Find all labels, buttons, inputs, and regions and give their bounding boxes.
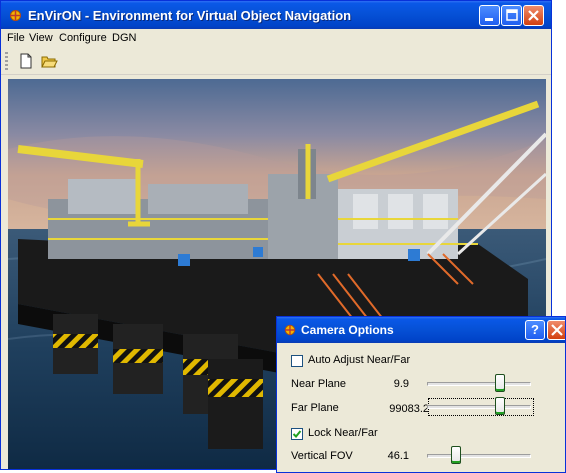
auto-adjust-checkbox[interactable] — [291, 355, 303, 367]
app-icon — [8, 8, 23, 23]
new-document-icon[interactable] — [16, 51, 36, 71]
near-plane-slider-thumb[interactable] — [494, 374, 505, 392]
vertical-fov-slider-thumb[interactable] — [451, 446, 462, 464]
camera-options-dialog: Camera Options ? Auto Adjust Near/Far Ne… — [276, 316, 566, 473]
menu-dgn[interactable]: DGN — [112, 32, 136, 44]
checkmark-icon — [292, 430, 302, 438]
menu-configure[interactable]: Configure — [59, 32, 107, 44]
lock-near-far-checkbox[interactable] — [291, 428, 303, 440]
menu-bar: File View Configure DGN — [1, 29, 551, 48]
dialog-title: Camera Options — [301, 323, 394, 337]
close-button[interactable] — [523, 5, 544, 26]
title-bar[interactable]: EnVirON - Environment for Virtual Object… — [1, 1, 551, 29]
dialog-title-bar[interactable]: Camera Options ? — [277, 317, 565, 343]
lock-near-far-label: Lock Near/Far — [308, 427, 378, 439]
toolbar-grip[interactable] — [5, 52, 8, 70]
vertical-fov-slider-track[interactable] — [427, 454, 531, 458]
vertical-fov-value: 46.1 — [387, 450, 409, 462]
window-title: EnVirON - Environment for Virtual Object… — [28, 8, 352, 23]
far-plane-slider-track[interactable] — [427, 405, 531, 409]
near-plane-label: Near Plane — [291, 378, 347, 390]
help-button[interactable]: ? — [525, 320, 545, 340]
far-plane-label: Far Plane — [291, 402, 339, 414]
far-plane-slider-thumb[interactable] — [494, 397, 505, 415]
maximize-button[interactable] — [501, 5, 522, 26]
open-folder-icon[interactable] — [39, 51, 59, 71]
far-plane-value: 99083.2 — [389, 403, 429, 415]
menu-file[interactable]: File — [7, 32, 25, 44]
vertical-fov-label: Vertical FOV — [291, 450, 353, 462]
toolbar — [1, 48, 551, 75]
dialog-close-button[interactable] — [547, 320, 565, 340]
near-plane-value: 9.9 — [393, 378, 409, 390]
menu-view[interactable]: View — [29, 32, 53, 44]
dialog-app-icon — [283, 323, 297, 337]
auto-adjust-label: Auto Adjust Near/Far — [308, 354, 411, 366]
minimize-button[interactable] — [479, 5, 500, 26]
near-plane-slider-track[interactable] — [427, 382, 531, 386]
